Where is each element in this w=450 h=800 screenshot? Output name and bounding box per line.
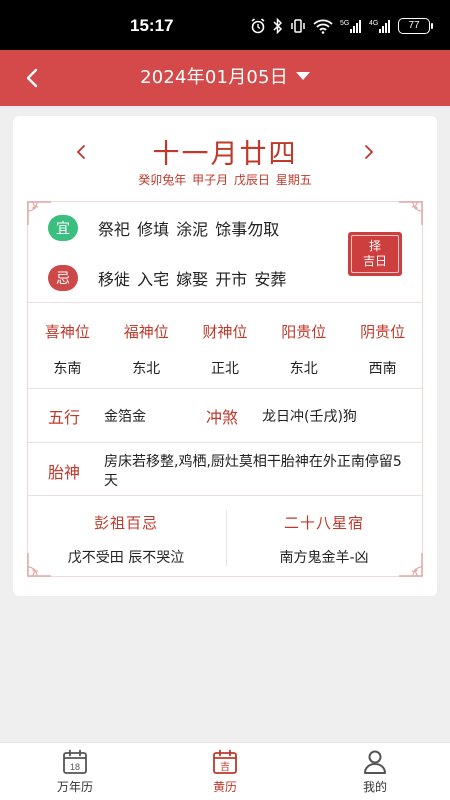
nav-mine-label: 我的 (362, 780, 387, 794)
god-name: 阴贵位 (360, 323, 406, 341)
god-column: 福神位 东北 (107, 316, 186, 384)
god-column: 阳贵位 东北 (264, 316, 343, 384)
calendar-icon: 18 (63, 749, 87, 774)
god-direction: 东南 (53, 361, 82, 377)
5g-signal-icon: 5G (340, 20, 361, 33)
chongsha-label: 冲煞 (206, 408, 239, 427)
nav-mine[interactable]: 我的 (300, 743, 450, 800)
god-name: 财神位 (202, 323, 248, 341)
yi-badge: 宜 (48, 215, 78, 241)
vibrate-icon (291, 19, 305, 33)
svg-text:5G: 5G (340, 20, 349, 27)
status-icons: 5G 4G 77 (250, 17, 433, 35)
bluetooth-icon (273, 18, 283, 34)
person-icon (364, 750, 386, 774)
taishen-label: 胎神 (48, 463, 81, 482)
ji-badge: 忌 (48, 265, 78, 291)
taishen-value: 房床若移整,鸡栖,厨灶莫相干胎神在外正南停留5天 (104, 454, 402, 489)
status-time: 15:17 (130, 16, 174, 35)
divider (28, 388, 422, 389)
god-direction: 东北 (132, 361, 161, 377)
4g-signal-icon: 4G (369, 20, 390, 33)
yi-items: 祭祀 修填 涂泥 馀事勿取 (98, 220, 280, 239)
god-column: 财神位 正北 (186, 316, 265, 384)
date-picker[interactable]: 2024年01月05日 (0, 63, 450, 93)
god-name: 福神位 (123, 323, 169, 341)
ganzhi-info: 癸卯兔年 甲子月 戊辰日 星期五 (138, 173, 312, 187)
wifi-icon (313, 19, 333, 34)
nav-almanac[interactable]: 吉 黄历 (150, 743, 300, 800)
divider (28, 495, 422, 496)
app-header: 2024年01月05日 (0, 50, 450, 106)
choose-lucky-day-button[interactable]: 择 吉日 (348, 232, 402, 276)
corner-ornament-icon (399, 201, 423, 225)
god-name: 喜神位 (44, 323, 90, 341)
ji-row: 忌 移徙 入宅 嫁娶 开市 安葬 (48, 264, 286, 292)
yi-row: 宜 祭祀 修填 涂泥 馀事勿取 (48, 214, 279, 242)
svg-text:4G: 4G (369, 20, 378, 27)
battery-icon: 77 (398, 18, 433, 34)
selected-date: 2024年01月05日 (140, 67, 288, 88)
nav-calendar[interactable]: 18 万年历 (0, 743, 150, 800)
chevron-right-icon (365, 145, 374, 159)
pengzu-title: 彭祖百忌 (93, 514, 158, 532)
almanac-icon: 吉 (213, 749, 237, 774)
status-bar: 15:17 5G 4G 77 (0, 0, 450, 50)
almanac-card: 十一月廿四 癸卯兔年 甲子月 戊辰日 星期五 宜 祭祀 修填 涂泥 馀事勿取 忌… (13, 116, 437, 596)
pengzu-value: 戊不受田 辰不哭泣 (67, 550, 185, 566)
nav-almanac-label: 黄历 (212, 780, 237, 794)
wuxing-label: 五行 (48, 408, 81, 427)
wuxing-value: 金箔金 (104, 409, 146, 425)
gods-direction-grid: 喜神位 东南 福神位 东北 财神位 正北 阳贵位 东北 阴贵位 西南 (28, 316, 422, 384)
next-day-button[interactable] (355, 138, 383, 166)
xingxiu-title: 二十八星宿 (283, 514, 364, 532)
nav-calendar-label: 万年历 (56, 780, 93, 794)
xingxiu-section: 二十八星宿 南方鬼金羊-凶 (226, 512, 422, 568)
god-column: 喜神位 东南 (28, 316, 107, 384)
zeji-label-2: 吉日 (362, 254, 387, 268)
lunar-row: 十一月廿四 (13, 132, 437, 172)
zeji-label-1: 择 (368, 239, 381, 253)
alarm-icon (251, 18, 265, 34)
svg-text:吉: 吉 (220, 761, 230, 773)
god-direction: 东北 (289, 361, 318, 377)
god-direction: 西南 (368, 361, 397, 377)
ji-items: 移徙 入宅 嫁娶 开市 安葬 (98, 270, 287, 289)
caret-down-icon (295, 72, 310, 80)
god-column: 阴贵位 西南 (343, 316, 422, 384)
almanac-detail-box: 宜 祭祀 修填 涂泥 馀事勿取 忌 移徙 入宅 嫁娶 开市 安葬 择 吉日 喜神… (27, 201, 423, 577)
divider (28, 442, 422, 443)
chongsha-value: 龙日冲(壬戌)狗 (262, 409, 357, 425)
god-name: 阳贵位 (281, 323, 327, 341)
xingxiu-value: 南方鬼金羊-凶 (279, 550, 369, 566)
svg-text:18: 18 (70, 762, 80, 772)
god-direction: 正北 (210, 361, 239, 377)
pengzu-section: 彭祖百忌 戊不受田 辰不哭泣 (28, 512, 224, 568)
divider (28, 302, 422, 303)
bottom-nav: 18 万年历 吉 黄历 我的 (0, 742, 450, 800)
